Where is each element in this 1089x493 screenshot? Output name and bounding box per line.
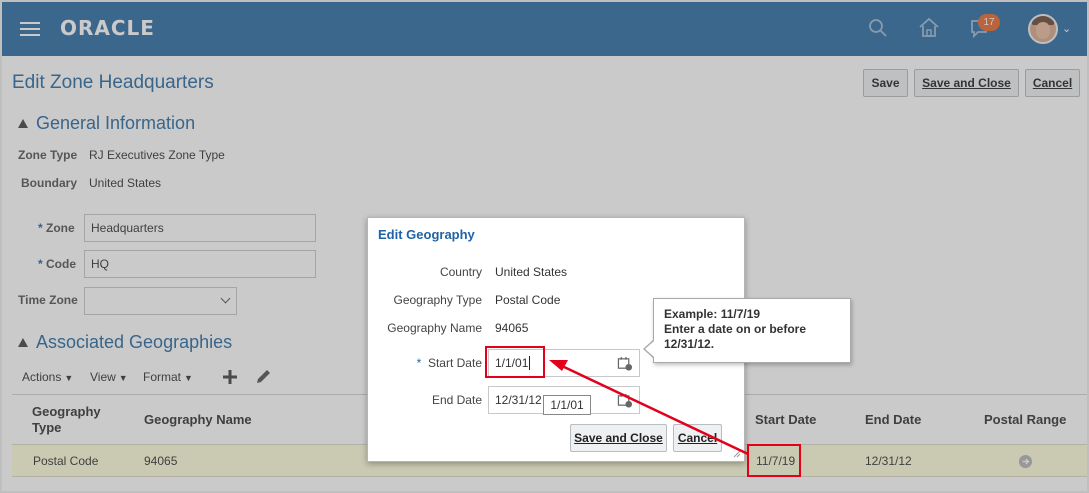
- resize-grip-icon[interactable]: [733, 450, 741, 458]
- tooltip-line: Enter a date on or before: [664, 322, 807, 336]
- dialog-title: Edit Geography: [378, 227, 475, 242]
- calendar-icon[interactable]: [617, 356, 633, 371]
- start-date-highlight-box: [485, 346, 545, 378]
- tooltip-line: Example: 11/7/19: [664, 307, 761, 321]
- dialog-cancel-button[interactable]: Cancel: [673, 424, 722, 452]
- geography-name-value: 94065: [495, 321, 529, 335]
- geography-type-label: Geography Type: [393, 293, 482, 307]
- value-hover-tip: 1/1/01: [543, 395, 591, 415]
- end-date-label: End Date: [431, 393, 482, 407]
- country-value: United States: [495, 265, 568, 279]
- start-date-label: * Start Date: [416, 356, 482, 370]
- app-window: ORACLE 17 ⌄ Edit Zone Headquarters Save …: [0, 0, 1089, 493]
- tooltip-line: 12/31/12.: [664, 337, 715, 351]
- calendar-icon[interactable]: [617, 393, 633, 408]
- geography-type-value: Postal Code: [495, 293, 561, 307]
- country-label: Country: [439, 265, 482, 279]
- geography-name-label: Geography Name: [387, 321, 482, 335]
- table-start-date-highlight-box: [747, 444, 801, 477]
- tooltip-arrow-inner: [645, 341, 654, 357]
- date-hint-tooltip: Example: 11/7/19 Enter a date on or befo…: [653, 298, 851, 363]
- dialog-save-and-close-button[interactable]: Save and Close: [570, 424, 667, 452]
